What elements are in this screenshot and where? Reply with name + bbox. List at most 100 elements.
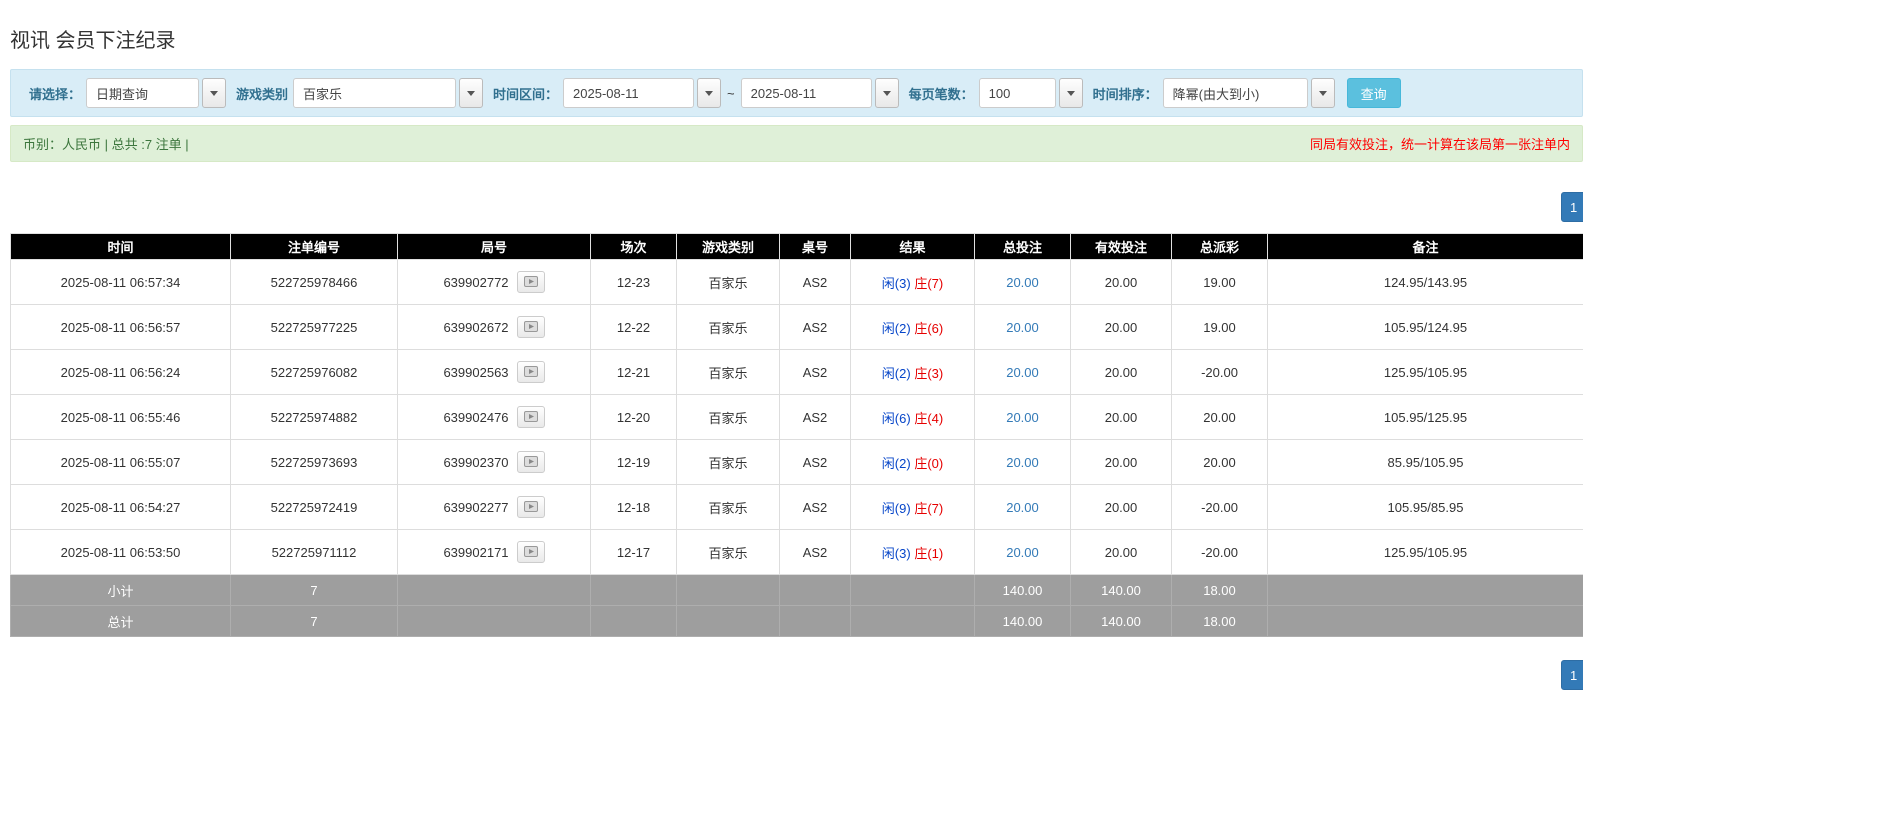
cell-round: 639902772 — [398, 260, 591, 305]
total-label: 总计 — [11, 606, 231, 637]
video-replay-button[interactable] — [517, 496, 545, 518]
column-header: 时间 — [11, 234, 231, 260]
cell-session: 12-20 — [591, 395, 677, 440]
game-type-label: 游戏类别 — [236, 84, 288, 103]
result-player: 闲(3) — [882, 546, 911, 561]
chevron-down-icon[interactable] — [1311, 78, 1335, 108]
cell-remark: 85.95/105.95 — [1268, 440, 1584, 485]
total-payout: 18.00 — [1172, 606, 1268, 637]
time-range-label: 时间区间： — [493, 84, 558, 103]
total-bet-link[interactable]: 20.00 — [1006, 545, 1039, 560]
cell-round: 639902672 — [398, 305, 591, 350]
cell-session: 12-23 — [591, 260, 677, 305]
total-bet-link[interactable]: 20.00 — [1006, 275, 1039, 290]
chevron-down-icon[interactable] — [459, 78, 483, 108]
total-total-bet: 140.00 — [975, 606, 1071, 637]
subtotal-count: 7 — [231, 575, 398, 606]
table-body: 2025-08-11 06:57:34522725978466639902772… — [11, 260, 1584, 637]
cell-valid-bet: 20.00 — [1071, 305, 1172, 350]
column-header: 场次 — [591, 234, 677, 260]
cell-payout: -20.00 — [1172, 530, 1268, 575]
result-banker: 庄(1) — [914, 546, 943, 561]
per-page-value: 100 — [979, 78, 1056, 108]
cell-remark: 105.95/125.95 — [1268, 395, 1584, 440]
video-replay-button[interactable] — [517, 361, 545, 383]
cell-valid-bet: 20.00 — [1071, 485, 1172, 530]
column-header: 桌号 — [780, 234, 851, 260]
cell-table-no: AS2 — [780, 260, 851, 305]
result-banker: 庄(7) — [914, 276, 943, 291]
video-replay-button[interactable] — [517, 316, 545, 338]
result-banker: 庄(3) — [914, 366, 943, 381]
video-icon — [524, 365, 538, 380]
page-1-button[interactable]: 1 — [1561, 192, 1583, 222]
cell-result: 闲(2) 庄(6) — [851, 305, 975, 350]
subtotal-row: 小计7140.00140.0018.00 — [11, 575, 1584, 606]
subtotal-total-bet: 140.00 — [975, 575, 1071, 606]
column-header: 游戏类别 — [677, 234, 780, 260]
cell-payout: -20.00 — [1172, 350, 1268, 395]
cell-bet-id: 522725971112 — [231, 530, 398, 575]
cell-table-no: AS2 — [780, 485, 851, 530]
per-page-dropdown[interactable]: 100 — [979, 78, 1083, 108]
currency-total-text: 币别：人民币 | 总共 :7 注单 | — [23, 134, 189, 153]
cell-valid-bet: 20.00 — [1071, 350, 1172, 395]
cell-bet-id: 522725976082 — [231, 350, 398, 395]
cell-result: 闲(2) 庄(0) — [851, 440, 975, 485]
cell-table-no: AS2 — [780, 440, 851, 485]
game-type-value: 百家乐 — [293, 78, 456, 108]
cell-total-bet: 20.00 — [975, 395, 1071, 440]
filter-bar: 请选择： 日期查询 游戏类别 百家乐 时间区间： 2025-08-11 ~ 20… — [10, 69, 1583, 117]
game-type-dropdown[interactable]: 百家乐 — [293, 78, 483, 108]
total-bet-link[interactable]: 20.00 — [1006, 320, 1039, 335]
search-button[interactable]: 查询 — [1347, 78, 1401, 108]
chevron-down-icon[interactable] — [875, 78, 899, 108]
video-icon — [524, 545, 538, 560]
cell-result: 闲(3) 庄(1) — [851, 530, 975, 575]
chevron-down-icon[interactable] — [202, 78, 226, 108]
total-bet-link[interactable]: 20.00 — [1006, 365, 1039, 380]
cell-total-bet: 20.00 — [975, 485, 1071, 530]
date-from-picker[interactable]: 2025-08-11 — [563, 78, 721, 108]
video-replay-button[interactable] — [517, 451, 545, 473]
cell-game-type: 百家乐 — [677, 530, 780, 575]
column-header: 总派彩 — [1172, 234, 1268, 260]
cell-table-no: AS2 — [780, 350, 851, 395]
query-type-dropdown[interactable]: 日期查询 — [86, 78, 226, 108]
cell-round: 639902370 — [398, 440, 591, 485]
cell-time: 2025-08-11 06:56:24 — [11, 350, 231, 395]
video-icon — [524, 275, 538, 290]
chevron-down-icon[interactable] — [697, 78, 721, 108]
cell-valid-bet: 20.00 — [1071, 395, 1172, 440]
total-bet-link[interactable]: 20.00 — [1006, 455, 1039, 470]
cell-remark: 105.95/85.95 — [1268, 485, 1584, 530]
cell-valid-bet: 20.00 — [1071, 440, 1172, 485]
video-replay-button[interactable] — [517, 271, 545, 293]
total-bet-link[interactable]: 20.00 — [1006, 410, 1039, 425]
cell-session: 12-21 — [591, 350, 677, 395]
sort-order-dropdown[interactable]: 降幂(由大到小) — [1163, 78, 1335, 108]
table-row: 2025-08-11 06:57:34522725978466639902772… — [11, 260, 1584, 305]
sort-order-label: 时间排序： — [1093, 84, 1158, 103]
round-number: 639902772 — [443, 275, 508, 290]
result-player: 闲(3) — [882, 276, 911, 291]
total-bet-link[interactable]: 20.00 — [1006, 500, 1039, 515]
date-from-value: 2025-08-11 — [563, 78, 694, 108]
result-player: 闲(2) — [882, 321, 911, 336]
table-row: 2025-08-11 06:54:27522725972419639902277… — [11, 485, 1584, 530]
column-header: 结果 — [851, 234, 975, 260]
date-to-picker[interactable]: 2025-08-11 — [741, 78, 899, 108]
cell-game-type: 百家乐 — [677, 485, 780, 530]
cell-payout: 20.00 — [1172, 395, 1268, 440]
page-1-button[interactable]: 1 — [1561, 660, 1583, 690]
video-replay-button[interactable] — [517, 406, 545, 428]
cell-time: 2025-08-11 06:54:27 — [11, 485, 231, 530]
chevron-down-icon[interactable] — [1059, 78, 1083, 108]
cell-bet-id: 522725978466 — [231, 260, 398, 305]
cell-result: 闲(3) 庄(7) — [851, 260, 975, 305]
cell-round: 639902277 — [398, 485, 591, 530]
pagination-top: 1 — [10, 192, 1583, 222]
video-replay-button[interactable] — [517, 541, 545, 563]
date-range-separator: ~ — [727, 86, 735, 101]
subtotal-valid-bet: 140.00 — [1071, 575, 1172, 606]
